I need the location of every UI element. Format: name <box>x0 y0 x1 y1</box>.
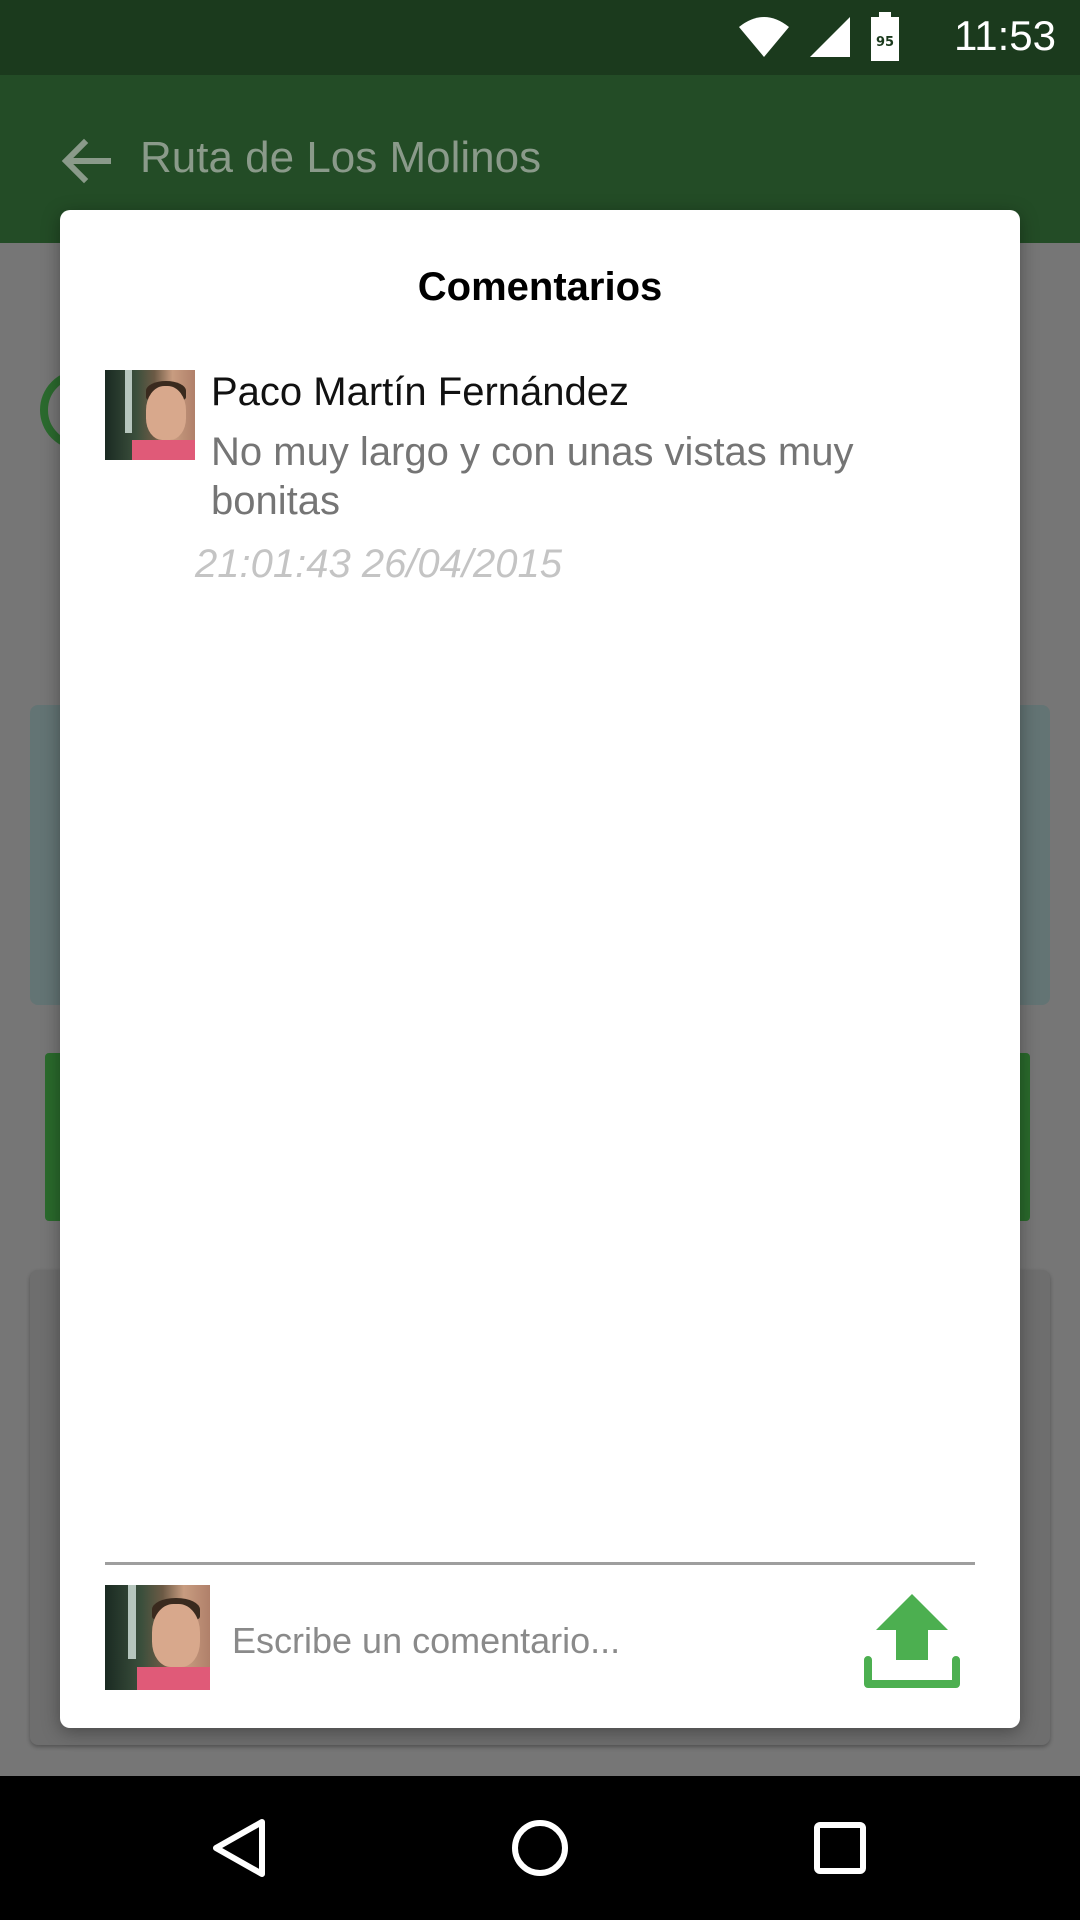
status-time: 11:53 <box>954 12 1056 59</box>
avatar <box>105 370 195 460</box>
wifi-icon <box>739 17 789 57</box>
signal-icon <box>810 17 850 57</box>
divider <box>105 1562 975 1565</box>
comment-author: Paco Martín Fernández <box>211 370 629 414</box>
home-circle-icon[interactable] <box>504 1812 576 1884</box>
avatar <box>105 1585 210 1690</box>
battery-icon: 95 <box>871 12 899 61</box>
comment-input[interactable] <box>230 1605 894 1677</box>
recents-square-icon[interactable] <box>804 1812 876 1884</box>
comment-timestamp: 21:01:43 26/04/2015 <box>195 542 563 586</box>
arrow-back-icon[interactable] <box>56 131 116 191</box>
comment-text: No muy largo y con unas vistas muy bonit… <box>211 430 854 523</box>
dialog-title: Comentarios <box>417 265 663 309</box>
comments-dialog: Comentarios Paco Martín Fernández No muy… <box>60 210 1020 1728</box>
svg-text:95: 95 <box>876 35 894 50</box>
status-icons: 95 <box>738 12 900 61</box>
navigation-bar <box>0 1776 1080 1920</box>
upload-icon[interactable] <box>860 1590 965 1695</box>
status-bar: 95 11:53 <box>0 0 1080 75</box>
comment-item: Paco Martín Fernández No muy largo y con… <box>105 370 985 610</box>
back-triangle-icon[interactable] <box>204 1812 276 1884</box>
page-title: Ruta de Los Molinos <box>140 133 542 182</box>
